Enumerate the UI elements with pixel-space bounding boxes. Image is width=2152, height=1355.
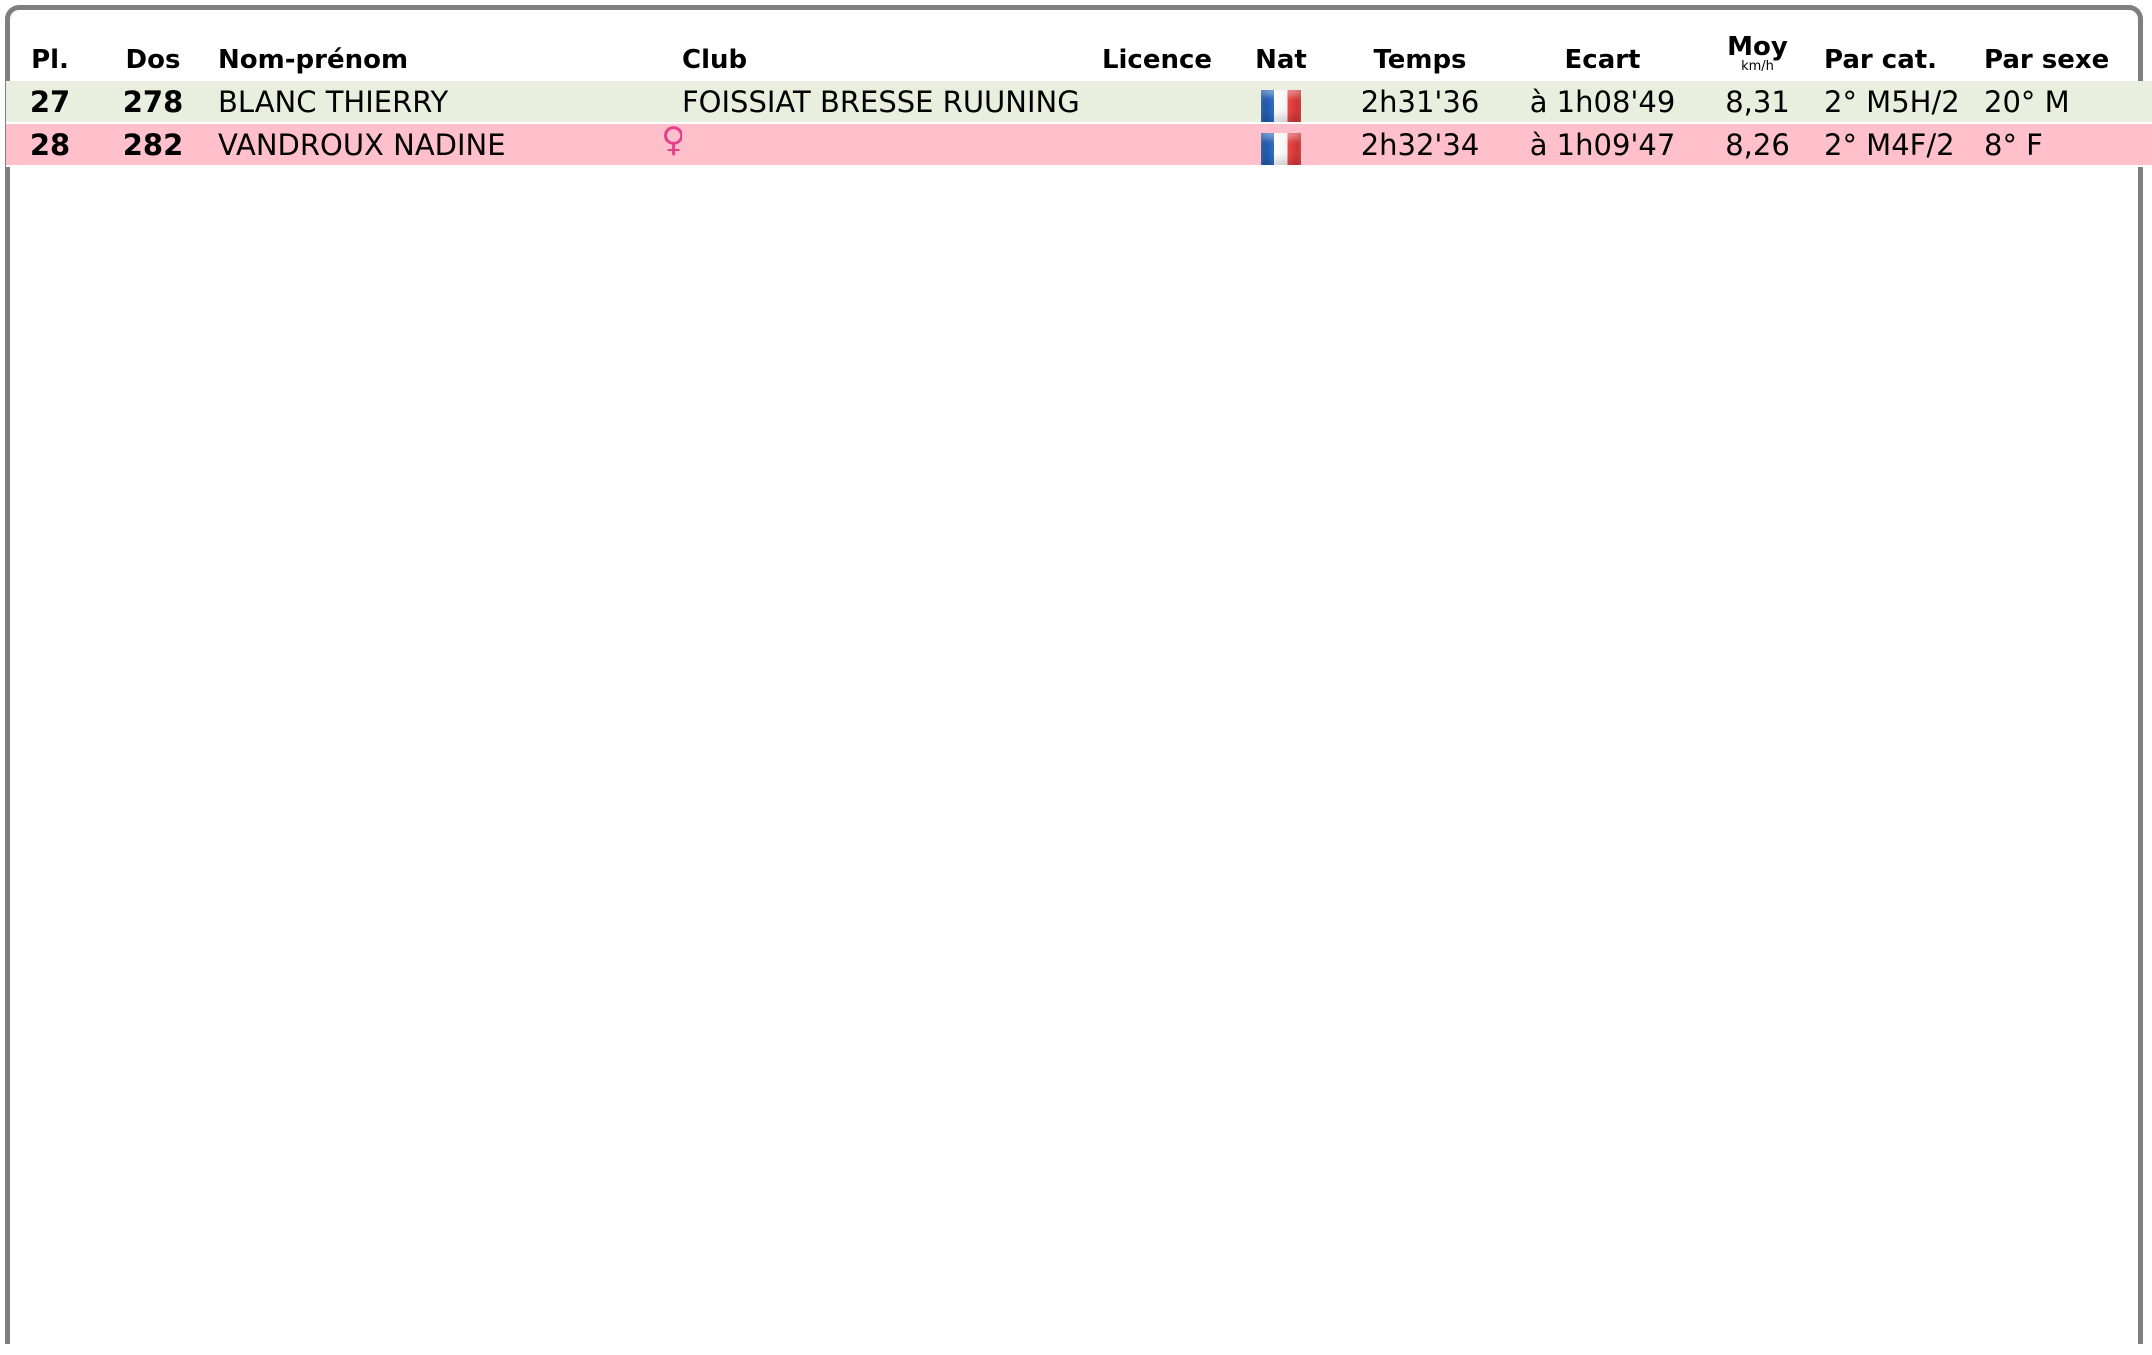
cell-par-cat: 2° M4F/2	[1820, 123, 1984, 167]
cell-nat	[1232, 123, 1330, 167]
header-moy-label: Moy	[1727, 32, 1788, 62]
cell-pl: 28	[6, 123, 94, 167]
cell-licence	[1082, 123, 1232, 167]
results-frame	[5, 5, 2143, 1344]
cell-par-sexe: 20° M	[1984, 81, 2152, 124]
cell-club[interactable]: FOISSIAT BRESSE RUUNING	[682, 81, 1082, 124]
cell-name[interactable]: VANDROUX NADINE ♀	[212, 123, 682, 167]
female-icon: ♀	[661, 123, 682, 160]
cell-moy: 8,26	[1695, 123, 1820, 167]
table-row[interactable]: 28 282 VANDROUX NADINE ♀ 2h32'34 à 1h09'…	[6, 123, 2152, 167]
cell-dos: 278	[94, 81, 212, 124]
cell-moy: 8,31	[1695, 81, 1820, 124]
france-flag-icon	[1261, 133, 1301, 164]
cell-ecart: à 1h09'47	[1510, 123, 1695, 167]
header-ecart[interactable]: Ecart	[1510, 38, 1695, 81]
header-name-label: Nom-prénom	[218, 44, 409, 75]
header-pl[interactable]: Pl.	[6, 38, 94, 81]
header-row: Pl. Dos Nom-prénom Club Licence Nat Temp…	[6, 34, 2152, 81]
header-dos[interactable]: Dos	[94, 38, 212, 81]
cell-name[interactable]: BLANC THIERRY	[212, 81, 682, 124]
header-licence[interactable]: Licence	[1082, 38, 1232, 81]
runner-name[interactable]: BLANC THIERRY	[212, 85, 448, 119]
header-name[interactable]: Nom-prénom	[212, 38, 682, 81]
header-moy[interactable]: Moy km/h	[1695, 34, 1820, 81]
france-flag-icon	[1261, 90, 1301, 121]
cell-temps: 2h32'34	[1330, 123, 1510, 167]
cell-temps: 2h31'36	[1330, 81, 1510, 124]
cell-club[interactable]	[682, 123, 1082, 167]
results-table: Pl. Dos Nom-prénom Club Licence Nat Temp…	[6, 34, 2152, 167]
header-moy-group: Moy km/h	[1727, 34, 1788, 73]
header-nat[interactable]: Nat	[1232, 38, 1330, 81]
header-par-sexe[interactable]: Par sexe	[1984, 38, 2152, 81]
cell-ecart: à 1h08'49	[1510, 81, 1695, 124]
cell-par-sexe: 8° F	[1984, 123, 2152, 167]
cell-dos: 282	[94, 123, 212, 167]
header-par-cat[interactable]: Par cat.	[1820, 38, 1984, 81]
cell-par-cat: 2° M5H/2	[1820, 81, 1984, 124]
header-club[interactable]: Club	[682, 38, 1082, 81]
cell-nat	[1232, 81, 1330, 124]
cell-licence	[1082, 81, 1232, 124]
runner-name[interactable]: VANDROUX NADINE	[212, 128, 506, 162]
table-row[interactable]: 27 278 BLANC THIERRY FOISSIAT BRESSE RUU…	[6, 81, 2152, 124]
header-temps[interactable]: Temps	[1330, 38, 1510, 81]
cell-pl: 27	[6, 81, 94, 124]
